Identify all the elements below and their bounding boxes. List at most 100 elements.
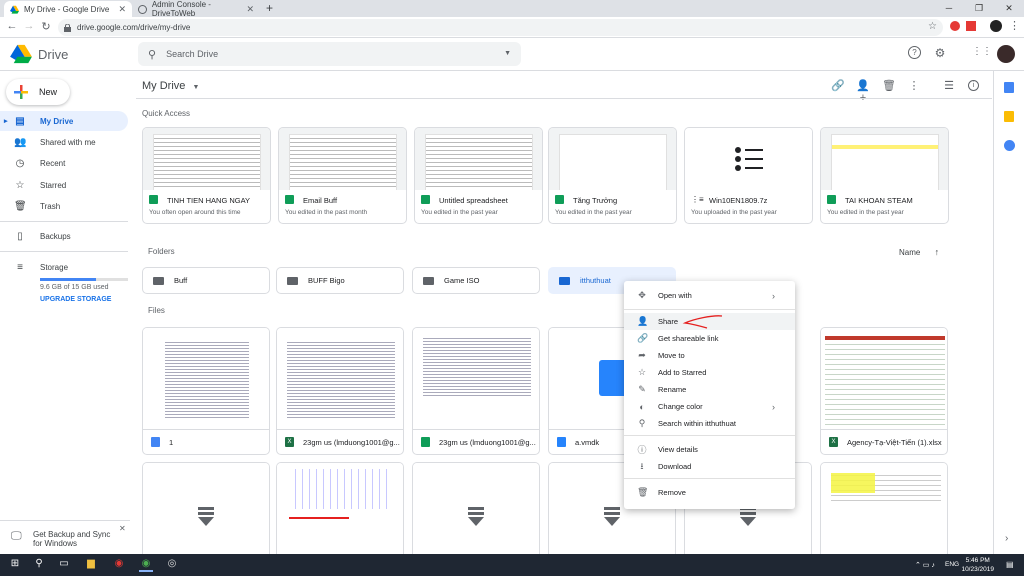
sidebar-item-starred[interactable]: ☆ Starred [0, 175, 128, 195]
list-view-icon[interactable]: ☰ [942, 79, 956, 92]
bookmark-star-icon[interactable]: ☆ [928, 21, 937, 32]
apps-grid-icon[interactable]: ⋮⋮ [972, 46, 992, 62]
sidebar-item-shared[interactable]: 👥 Shared with me [0, 132, 128, 152]
settings-gear-icon[interactable]: ⚙ [932, 46, 948, 62]
file-card[interactable] [276, 462, 404, 562]
extension-icon[interactable] [966, 21, 976, 31]
extension-icon[interactable] [950, 21, 960, 31]
file-card[interactable]: 23gm us (lmduong1001@g... [412, 327, 540, 455]
file-card[interactable]: X Agency-Tạ-Việt-Tiến (1).xlsx [820, 327, 948, 455]
menu-item-search-within[interactable]: ⚲ Search within itthuthuat [624, 415, 795, 432]
calendar-icon[interactable] [1004, 82, 1014, 93]
menu-item-download[interactable]: ⭳ Download [624, 458, 795, 475]
close-tab-icon[interactable]: ✕ [246, 4, 254, 15]
expand-arrow-icon[interactable]: ▸ [4, 117, 8, 125]
input-language[interactable]: ENG [945, 561, 959, 568]
menu-item-add-starred[interactable]: ☆ Add to Starred [624, 364, 795, 381]
sidebar-item-label: Storage [40, 262, 69, 272]
reload-icon[interactable]: ↻ [39, 20, 53, 33]
file-card[interactable] [412, 462, 540, 562]
folder-item[interactable]: Buff [142, 267, 270, 294]
file-card[interactable] [142, 462, 270, 562]
menu-item-get-link[interactable]: 🔗 Get shareable link [624, 330, 795, 347]
quick-access-card[interactable]: Untitled spreadsheet You edited in the p… [414, 127, 543, 224]
omnibox[interactable]: drive.google.com/drive/my-drive ☆ [58, 19, 943, 36]
toolbar-divider [136, 98, 992, 99]
tab-my-drive[interactable]: My Drive - Google Drive ✕ [4, 1, 132, 17]
quick-access-card[interactable]: Email Buff You edited in the past month [278, 127, 407, 224]
sort-by-name[interactable]: Name ↑ [899, 247, 939, 257]
taskbar-clock[interactable]: 5:46 PM 10/23/2019 [961, 556, 994, 574]
quick-access-card[interactable]: TAI KHOAN STEAM You edited in the past y… [820, 127, 949, 224]
file-card[interactable]: X 23gm us (lmduong1001@g... [276, 327, 404, 455]
close-tab-icon[interactable]: ✕ [118, 4, 126, 15]
add-person-icon[interactable]: 👤+ [856, 79, 870, 104]
minimize-icon[interactable]: ─ [934, 0, 964, 17]
task-view-icon[interactable]: ▭ [57, 558, 71, 572]
backup-sync-banner[interactable]: 🖵 Get Backup and Sync for Windows ✕ [0, 520, 130, 554]
menu-item-remove[interactable]: 🗑 Remove [624, 484, 795, 501]
sidebar-item-label: My Drive [40, 116, 74, 126]
keep-icon[interactable] [1004, 111, 1014, 122]
notifications-icon[interactable]: ▤ [1006, 560, 1014, 569]
menu-item-view-details[interactable]: ⓘ View details [624, 441, 795, 458]
menu-item-label: Open with [658, 291, 692, 300]
tab-admin-console[interactable]: Admin Console - DriveToWeb ✕ [132, 0, 260, 18]
quick-access-card[interactable]: ⋮≡ Win10EN1809.7z You uploaded in the pas… [684, 127, 813, 224]
star-icon: ☆ [637, 367, 647, 377]
app-icon[interactable]: ◉ [112, 558, 126, 572]
profile-avatar[interactable] [990, 20, 1002, 32]
upgrade-storage-link[interactable]: UPGRADE STORAGE [40, 296, 111, 303]
forward-icon[interactable]: → [22, 20, 36, 32]
sort-label: Name [899, 248, 921, 257]
close-banner-icon[interactable]: ✕ [119, 524, 126, 533]
folder-item[interactable]: BUFF Bigo [276, 267, 404, 294]
new-button[interactable]: New [6, 79, 70, 105]
link-icon[interactable]: 🔗 [831, 79, 845, 92]
file-card[interactable]: 1 [142, 327, 270, 455]
more-actions-icon[interactable]: ⋮ [907, 79, 921, 92]
tasks-icon[interactable] [1004, 140, 1015, 151]
menu-item-change-color[interactable]: ◐ Change color › [624, 398, 795, 415]
sidebar-item-recent[interactable]: ◷ Recent [0, 153, 128, 173]
trash-icon[interactable]: 🗑 [882, 79, 896, 92]
menu-item-move-to[interactable]: ➦ Move to [624, 347, 795, 364]
rename-pencil-icon: ✎ [638, 384, 646, 394]
browser-menu-icon[interactable]: ⋮ [1009, 19, 1020, 32]
sidebar-item-trash[interactable]: 🗑 Trash [0, 196, 128, 216]
menu-item-label: Change color [658, 402, 703, 411]
drive-logo[interactable]: Drive [10, 44, 68, 64]
search-icon[interactable]: ⚲ [32, 558, 46, 572]
section-quick-access: Quick Access [142, 109, 191, 118]
quick-access-card[interactable]: Tăng Trưởng You edited in the past year [548, 127, 677, 224]
chrome-icon[interactable]: ◉ [139, 558, 153, 572]
menu-item-rename[interactable]: ✎ Rename [624, 381, 795, 398]
account-avatar[interactable] [997, 45, 1015, 63]
quick-access-card[interactable]: TINH TIEN HANG NGAY You often open aroun… [142, 127, 271, 224]
breadcrumb-my-drive[interactable]: My Drive ▼ [142, 80, 199, 92]
back-icon[interactable]: ← [5, 20, 19, 32]
sidebar-item-backups[interactable]: ▯ Backups [0, 226, 128, 246]
search-input[interactable]: Search Drive [166, 49, 218, 59]
menu-item-label: Download [658, 462, 692, 471]
sidebar-item-my-drive[interactable]: ▸ ▤ My Drive [0, 111, 128, 131]
sidebar-item-storage[interactable]: ≡ Storage [0, 257, 128, 277]
new-tab-button[interactable]: + [266, 1, 273, 15]
search-options-icon[interactable]: ▼ [504, 50, 511, 57]
file-card[interactable] [820, 462, 948, 562]
app-icon[interactable]: ◎ [165, 558, 179, 572]
close-window-icon[interactable]: ✕ [994, 0, 1024, 17]
expand-panel-icon[interactable]: › [1005, 533, 1008, 544]
menu-item-open-with[interactable]: ✥ Open with › [624, 287, 795, 304]
info-icon[interactable]: i [968, 80, 979, 91]
menu-item-share[interactable]: 👤 Share [624, 313, 795, 330]
restore-icon[interactable]: ❐ [964, 0, 994, 17]
system-tray-icons[interactable]: ⌃ ▭ ♪ [915, 561, 935, 569]
search-box[interactable]: ⚲ Search Drive ▼ [138, 42, 521, 66]
sidebar-divider [0, 221, 128, 222]
file-activity: You often open around this time [149, 209, 241, 216]
windows-start-icon[interactable]: ⊞ [8, 558, 22, 572]
folder-item[interactable]: Game ISO [412, 267, 540, 294]
file-explorer-icon[interactable]: ▆ [84, 558, 98, 572]
help-icon[interactable]: ? [908, 46, 921, 59]
